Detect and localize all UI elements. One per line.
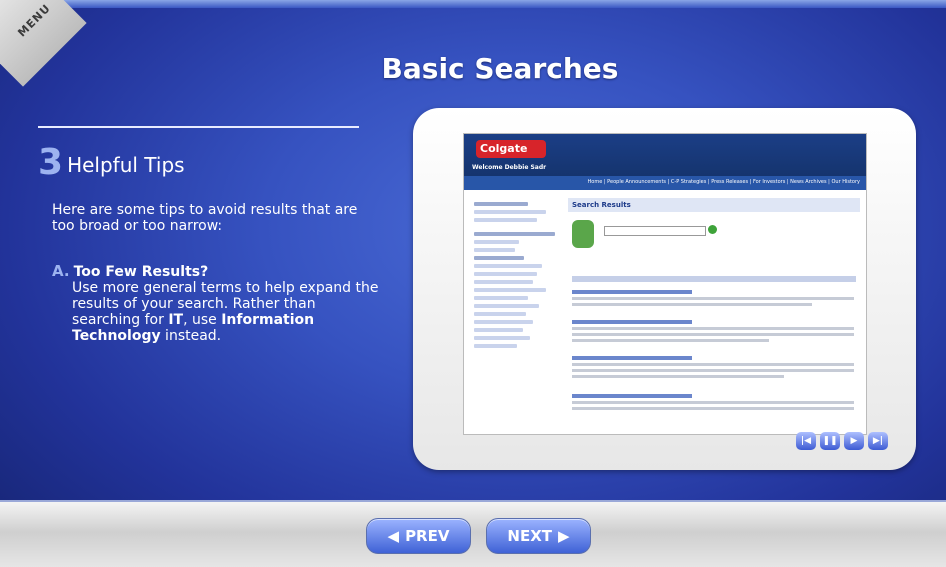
screenshot-search-box	[604, 226, 706, 236]
screenshot-result	[572, 290, 854, 309]
right-arrow-icon: ▶	[558, 527, 570, 545]
tip-a: A. Too Few Results? Use more general term…	[52, 262, 382, 344]
gecko-mascot-icon	[572, 220, 594, 248]
section-label: Helpful Tips	[67, 153, 185, 177]
screenshot-pager-bar	[572, 276, 856, 282]
tip-body: Use more general terms to help expand th…	[72, 280, 382, 344]
tip-term-it: IT	[168, 312, 184, 328]
slide-title: Basic Searches	[381, 52, 619, 85]
prev-button[interactable]: ◀ PREV	[366, 518, 471, 554]
bottom-bar	[0, 500, 946, 567]
screenshot-welcome: Welcome Debbie Sadr	[472, 164, 547, 171]
screenshot-go-icon	[708, 225, 717, 234]
prev-label: PREV	[405, 527, 450, 545]
embedded-screenshot: Colgate Welcome Debbie Sadr Home | Peopl…	[463, 133, 867, 435]
screenshot-result	[572, 394, 854, 413]
intro-text: Here are some tips to avoid results that…	[52, 202, 358, 234]
screenshot-results-heading: Search Results	[568, 198, 860, 212]
tip-body-part: , use	[183, 312, 222, 328]
top-bar	[0, 0, 946, 8]
tip-heading: Too Few Results?	[73, 264, 209, 280]
section-heading: 3 Helpful Tips	[38, 145, 185, 181]
screenshot-results: Search Results	[568, 198, 860, 428]
screenshot-nav: Home | People Announcements | C-P Strate…	[464, 176, 866, 190]
tip-body-part: instead.	[160, 328, 222, 344]
rewind-icon[interactable]: |◀	[796, 432, 816, 450]
slide-stage: MENU Basic Searches 3 Helpful Tips Here …	[0, 0, 946, 567]
end-icon[interactable]: ▶|	[868, 432, 888, 450]
screenshot-result	[572, 320, 854, 345]
next-label: NEXT	[507, 527, 553, 545]
section-number: 3	[38, 142, 64, 183]
screenshot-nav-links: Home | People Announcements | C-P Strate…	[587, 179, 860, 185]
colgate-logo: Colgate	[476, 140, 546, 158]
section-divider	[38, 126, 359, 128]
screenshot-result	[572, 356, 854, 381]
tip-letter: A.	[52, 262, 70, 280]
play-icon[interactable]: ▶	[844, 432, 864, 450]
left-arrow-icon: ◀	[387, 527, 400, 545]
pause-icon[interactable]: ❚❚	[820, 432, 840, 450]
screenshot-header: Colgate Welcome Debbie Sadr	[464, 134, 866, 176]
next-button[interactable]: NEXT ▶	[486, 518, 591, 554]
screenshot-sidebar	[474, 198, 564, 428]
